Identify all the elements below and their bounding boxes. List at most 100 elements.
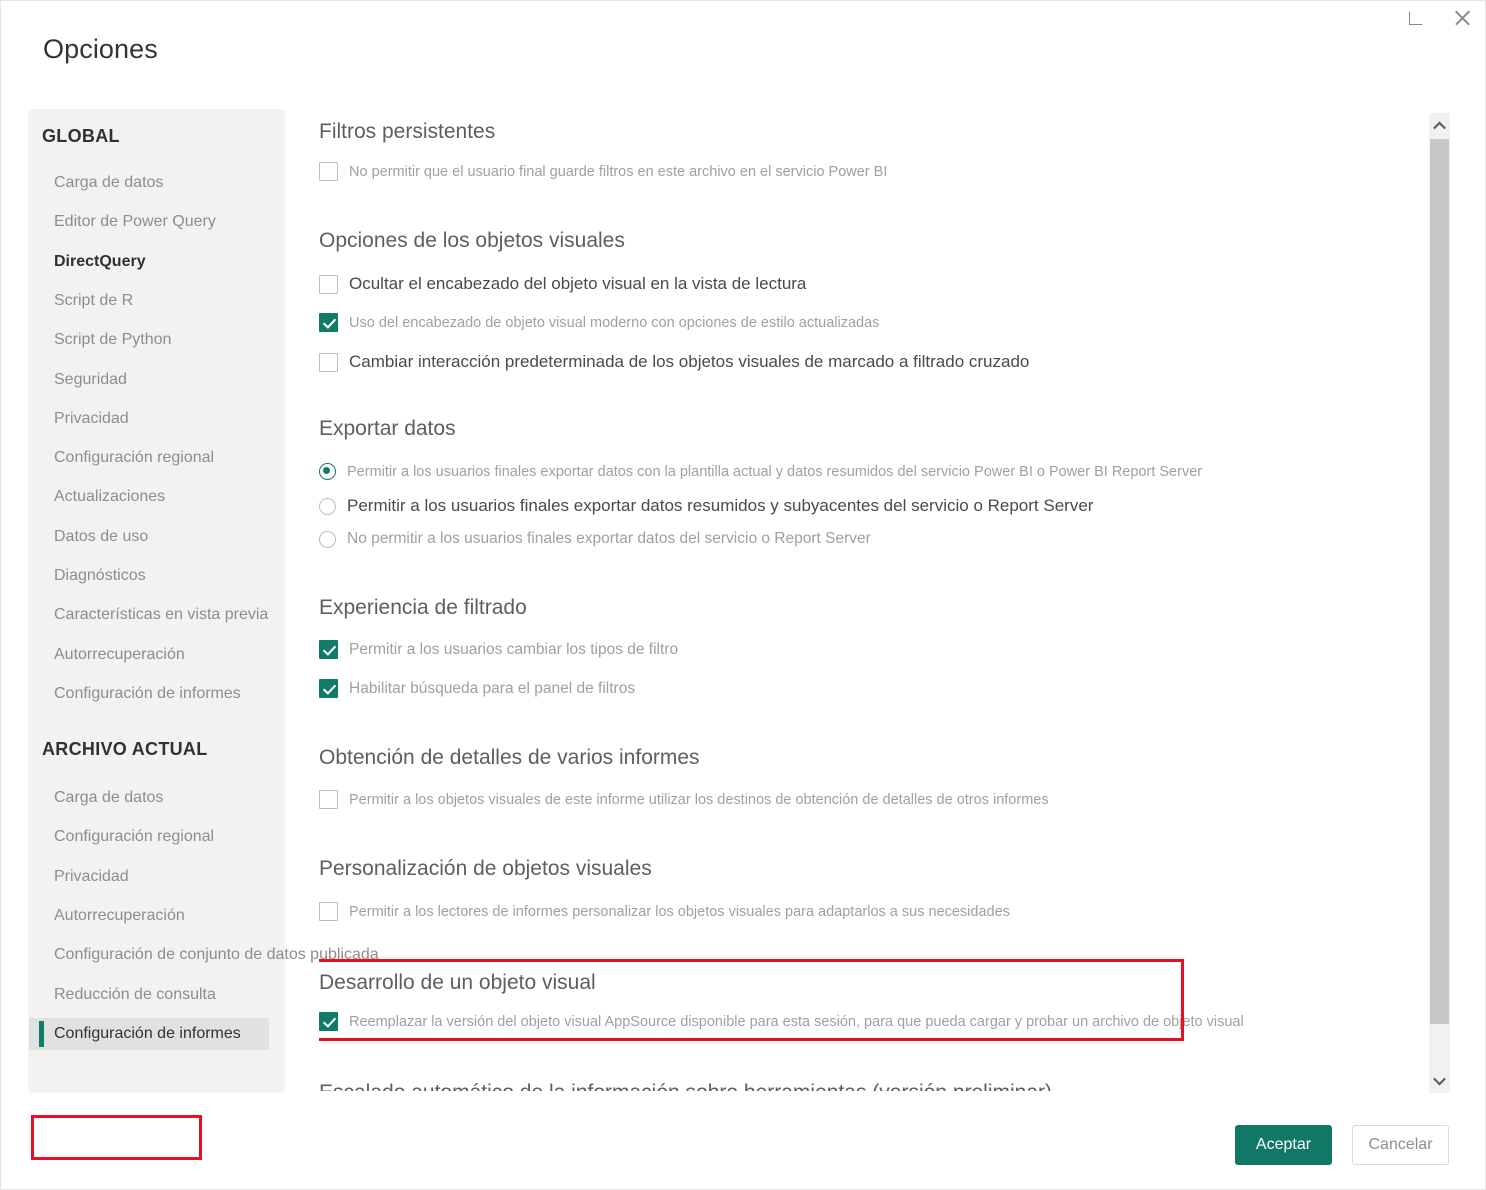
sidebar-item-label: Diagnósticos [54,567,146,584]
scroll-down-button[interactable] [1429,1067,1450,1093]
options-sidebar: GLOBAL Carga de datos Editor de Power Quer… [29,109,379,1160]
checkbox-no-permitir-que-el-usuario-final-guarde-filtros--row[interactable]: No permitir que el usuario final guarde … [319,162,887,181]
checkbox-ocultar-el-encabezado-del-objeto-visual-en-la-vi-row[interactable]: Ocultar el encabezado del objeto visual … [319,274,806,294]
sidebar-item-current-privacidad[interactable]: Privacidad [29,861,269,893]
radio-button[interactable] [319,530,336,548]
checkbox-unchecked[interactable] [319,162,338,181]
sidebar-item-label: Seguridad [54,370,127,388]
checkbox-uso-del-encabezado-de-objeto-visual-moderno-con--row[interactable]: Uso del encabezado de objeto visual mode… [319,313,879,332]
option-label: Ocultar el encabezado del objeto visual … [349,274,807,293]
sidebar-item-label: Carga de datos [54,174,164,191]
sidebar-item-global-actualizaciones[interactable]: Actualizaciones [29,481,269,513]
option-label: Reemplazar la versión del objeto visual … [349,1013,1244,1030]
sidebar-group-global: GLOBAL [42,126,120,146]
scrollbar-thumb[interactable] [1430,139,1449,1024]
window-controls [1393,1,1485,39]
close-icon [1453,9,1471,27]
sidebar-item-label: Autorrecuperación [54,906,185,924]
sidebar-item-current-carga-de-datos[interactable]: Carga de datos [29,782,269,814]
option-label: Permitir a los usuarios finales exportar… [347,496,1094,515]
sidebar-scroll-area: GLOBAL Carga de datos Editor de Power Quer… [29,109,379,1091]
section-title-personalizacion-de-objetos-visuales: Personalización de objetos visuales [319,857,652,880]
option-label: Permitir a los objetos visuales de este … [349,791,1049,808]
sidebar-group-current-file: ARCHIVO ACTUAL [42,739,208,759]
radio-button-selected[interactable] [319,463,336,480]
checkbox-checked[interactable] [319,313,338,332]
section-title-opciones-de-los-objetos-visuales: Opciones de los objetos visuales [319,229,625,252]
restore-window-button[interactable] [1393,1,1439,35]
option-label: No permitir que el usuario final guarde … [349,163,888,180]
sidebar-item-global-configuracion-regional[interactable]: Configuración regional [29,442,269,474]
sidebar-item-current-reduccion-de-consulta[interactable]: Reducción de consulta [29,979,269,1011]
checkbox-unchecked[interactable] [319,902,338,921]
checkbox-cambiar-interaccion-predeterminada-de-los-objeto-row[interactable]: Cambiar interacción predeterminada de lo… [319,352,1029,372]
options-dialog: Opciones GLOBAL Carga de datos Editor de P… [0,0,1486,1190]
sidebar-item-label: Script de Python [54,331,172,349]
sidebar-item-global-caracteristicas-en-vista-previa[interactable]: Características en vista previa [29,599,269,631]
checkbox-permitir-a-los-usuarios-cambiar-los-tipos-de-fil-row[interactable]: Permitir a los usuarios cambiar los tipo… [319,640,678,659]
sidebar-item-global-configuracion-de-informes[interactable]: Configuración de informes [29,678,269,710]
option-label: Uso del encabezado de objeto visual mode… [349,314,880,331]
checkbox-unchecked[interactable] [319,352,338,372]
section-title-escalado-automatico-de-la-informacion-sobre-herr: Escalado automático de la información so… [319,1081,1052,1091]
page-title: Opciones [43,34,158,64]
sidebar-item-label: Características en vista previa [54,606,269,624]
checkbox-habilitar-busqueda-para-el-panel-de-filtros-row[interactable]: Habilitar búsqueda para el panel de filt… [319,679,635,698]
option-label: No permitir a los usuarios finales expor… [347,530,871,547]
checkbox-unchecked[interactable] [319,274,338,294]
radio-permitir-a-los-usuarios-finales-exportar-datos-c-row[interactable]: Permitir a los usuarios finales exportar… [319,463,1202,480]
radio-permitir-a-los-usuarios-finales-exportar-datos-r-row[interactable]: Permitir a los usuarios finales exportar… [319,496,1093,516]
content-scrollbar[interactable] [1429,113,1450,1093]
sidebar-item-label: Privacidad [54,409,129,427]
checkbox-checked[interactable] [319,1012,338,1031]
sidebar-item-label: Autorrecuperación [54,645,185,663]
accept-button[interactable]: Aceptar [1235,1125,1332,1165]
sidebar-item-label: Carga de datos [54,789,164,806]
sidebar-item-global-diagnosticos[interactable]: Diagnósticos [29,560,269,592]
sidebar-item-global-script-de-r[interactable]: Script de R [29,285,269,317]
radio-no-permitir-a-los-usuarios-finales-exportar-dato-row[interactable]: No permitir a los usuarios finales expor… [319,530,871,548]
option-label: Permitir a los usuarios cambiar los tipo… [349,640,679,658]
sidebar-item-global-directquery[interactable]: DirectQuery [29,246,269,278]
radio-button[interactable] [319,497,336,515]
selected-item-highlight-box [31,1115,202,1160]
sidebar-item-global-autorrecuperacion[interactable]: Autorrecuperación [29,639,269,671]
sidebar-item-label: DirectQuery [54,252,146,270]
sidebar-item-label: Configuración regional [54,828,215,846]
cancel-button[interactable]: Cancelar [1352,1125,1449,1165]
sidebar-item-label: Editor de Power Query [54,213,216,231]
close-window-button[interactable] [1439,1,1485,35]
sidebar-item-label: Script de R [54,291,134,309]
sidebar-item-label: Reducción de consulta [54,985,216,1003]
restore-icon [1409,11,1423,25]
chevron-down-icon [1433,1072,1446,1085]
section-title-filtros-persistentes: Filtros persistentes [319,120,496,143]
sidebar-item-label: Actualizaciones [54,488,166,506]
section-title-desarrollo-de-un-objeto-visual: Desarrollo de un objeto visual [319,971,596,994]
sidebar-item-global-script-de-python[interactable]: Script de Python [29,324,269,356]
scroll-up-button[interactable] [1429,113,1450,139]
checkbox-permitir-a-los-lectores-de-informes-personalizar-row[interactable]: Permitir a los lectores de informes pers… [319,902,1010,921]
sidebar-item-current-autorrecuperacion[interactable]: Autorrecuperación [29,900,269,932]
sidebar-item-label: Configuración regional [54,449,215,467]
section-title-obtencion-de-detalles-de-varios-informes: Obtención de detalles de varios informes [319,746,700,769]
sidebar-item-global-carga-de-datos[interactable]: Carga de datos [29,167,269,199]
checkbox-permitir-a-los-objetos-visuales-de-este-informe--row[interactable]: Permitir a los objetos visuales de este … [319,790,1049,809]
sidebar-item-current-configuracion-de-conjunto-de-datos-publicada[interactable]: Configuración de conjunto de datos publi… [29,939,379,971]
sidebar-item-global-editor-de-power-query[interactable]: Editor de Power Query [29,206,269,238]
section-title-experiencia-de-filtrado: Experiencia de filtrado [319,596,527,619]
sidebar-item-label: Datos de uso [54,527,149,545]
sidebar-item-current-configuracion-regional[interactable]: Configuración regional [29,821,269,853]
checkbox-checked[interactable] [319,640,338,659]
checkbox-unchecked[interactable] [319,790,338,809]
sidebar-item-current-configuracion-de-informes[interactable]: Configuración de informes [29,1017,269,1050]
sidebar-item-global-datos-de-uso[interactable]: Datos de uso [29,521,269,553]
sidebar-item-global-privacidad[interactable]: Privacidad [29,403,269,435]
option-label: Habilitar búsqueda para el panel de filt… [349,679,636,697]
checkbox-checked[interactable] [319,679,338,698]
sidebar-item-label: Privacidad [54,867,129,885]
title-bar [1,1,1485,39]
checkbox-reemplazar-la-version-del-objeto-visual-appsourc-row[interactable]: Reemplazar la versión del objeto visual … [319,1012,1244,1031]
sidebar-item-global-seguridad[interactable]: Seguridad [29,364,269,396]
options-content-pane: Filtros persistentes No permitir que el u… [319,109,1429,1091]
